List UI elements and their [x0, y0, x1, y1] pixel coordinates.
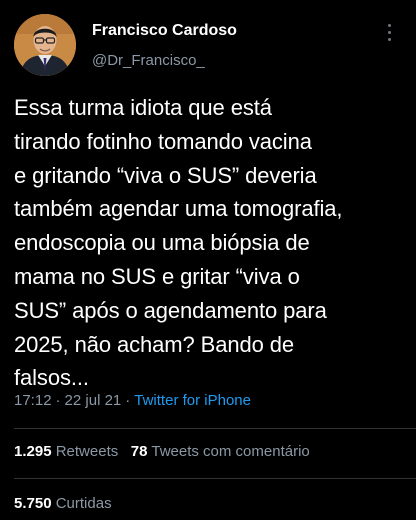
- divider: [14, 478, 416, 479]
- likes-label: Curtidas: [55, 495, 112, 512]
- retweets-stat[interactable]: 1.295 Retweets: [14, 443, 118, 460]
- tweet-header: Francisco Cardoso @Dr_Francisco_: [0, 0, 416, 88]
- tweet-source-link[interactable]: Twitter for iPhone: [134, 392, 251, 409]
- avatar[interactable]: [14, 14, 76, 76]
- quote-tweets-count: 78: [130, 443, 148, 460]
- likes-stat[interactable]: 5.750 Curtidas: [14, 495, 112, 512]
- quote-tweets-stat[interactable]: 78 Tweets com comentário: [131, 443, 310, 460]
- meta-separator: ·: [55, 392, 61, 409]
- avatar-portrait-icon: [14, 14, 76, 76]
- author-handle[interactable]: @Dr_Francisco_: [92, 52, 205, 69]
- quote-tweets-label: Tweets com comentário: [151, 443, 310, 460]
- meta-separator: ·: [125, 392, 131, 409]
- author-name[interactable]: Francisco Cardoso: [92, 22, 237, 40]
- engagement-row: 1.295 Retweets 78 Tweets com comentário: [14, 443, 310, 460]
- likes-row: 5.750 Curtidas: [14, 495, 112, 512]
- divider: [14, 428, 416, 429]
- tweet-time: 17:12: [14, 392, 52, 409]
- retweets-count: 1.295: [14, 443, 52, 460]
- more-vertical-icon[interactable]: [382, 24, 396, 46]
- retweets-label: Retweets: [55, 443, 119, 460]
- tweet-meta: 17:12 · 22 jul 21 · Twitter for iPhone: [14, 392, 251, 409]
- tweet-text: Essa turma idiota que está tirando fotin…: [14, 95, 343, 391]
- likes-count: 5.750: [14, 495, 52, 512]
- tweet-date: 22 jul 21: [64, 392, 122, 409]
